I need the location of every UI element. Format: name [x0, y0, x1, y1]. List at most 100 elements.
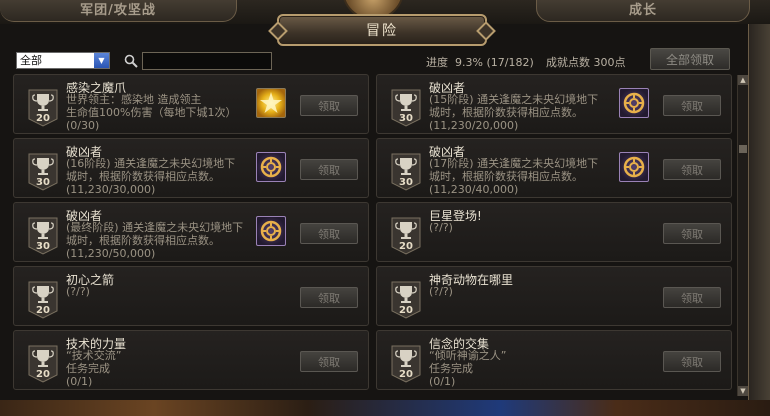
trophy-icon: 30	[28, 153, 58, 191]
achievement-description-line: (11,230/40,000)	[429, 183, 519, 196]
achievement-description-line: “技术交流”	[66, 349, 122, 362]
claim-button[interactable]: 领取	[663, 287, 721, 308]
trophy-icon: 20	[391, 281, 421, 319]
achievement-description-line: (11,230/30,000)	[66, 183, 156, 196]
claim-button[interactable]: 领取	[663, 95, 721, 116]
scrollbar[interactable]: ▲ ▼	[737, 75, 748, 396]
reward-medal-icon[interactable]	[256, 216, 286, 246]
achievement-description-line: 任务完成	[429, 362, 473, 375]
achievement-description-line: (11,230/50,000)	[66, 247, 156, 260]
achievement-description-line: (?/?)	[429, 285, 453, 298]
trophy-icon: 20	[28, 281, 58, 319]
achievement-description-line: “倾听神谕之人”	[429, 349, 507, 362]
reward-medal-icon[interactable]	[256, 152, 286, 182]
claim-button[interactable]: 领取	[663, 159, 721, 180]
achievement-description-line: (16阶段) 通关逢魔之未央幻境地下	[66, 157, 236, 170]
points-value: 300点	[593, 56, 626, 69]
achievement-description: “倾听神谕之人” 任务完成 (0/1)	[429, 349, 625, 388]
claim-button[interactable]: 领取	[300, 287, 358, 308]
achievement-description-line: (0/1)	[429, 375, 456, 388]
achievement-description: (?/?)	[66, 285, 262, 298]
achievement-points-badge: 30	[399, 113, 413, 124]
claim-all-button[interactable]: 全部领取	[650, 48, 730, 70]
scroll-thumb[interactable]	[739, 145, 747, 153]
achievement-description-line: (0/30)	[66, 119, 100, 132]
tab-adventure[interactable]: 冒险	[277, 14, 487, 46]
achievement-points-badge: 20	[36, 369, 50, 380]
achievement-description: (16阶段) 通关逢魔之未央幻境地下 城时，根据阶数获得相应点数。 (11,230/…	[66, 157, 262, 196]
achievement-points-badge: 30	[36, 241, 50, 252]
achievement-description-line: 任务完成	[66, 362, 110, 375]
achievement-points-badge: 20	[36, 113, 50, 124]
achievement-description: (17阶段) 通关逢魔之未央幻境地下 城时，根据阶数获得相应点数。 (11,230/…	[429, 157, 625, 196]
achievement-points-badge: 30	[36, 177, 50, 188]
achievement-description-line: 城时，根据阶数获得相应点数。	[66, 234, 220, 247]
achievement-description: (15阶段) 通关逢魔之未央幻境地下 城时，根据阶数获得相应点数。 (11,230/…	[429, 93, 625, 132]
achievement-points-badge: 20	[399, 305, 413, 316]
search-icon	[124, 54, 138, 68]
claim-button[interactable]: 领取	[300, 95, 358, 116]
claim-button[interactable]: 领取	[300, 351, 358, 372]
reward-medal-icon[interactable]	[619, 88, 649, 118]
trophy-icon: 30	[391, 89, 421, 127]
achievement-description-line: (?/?)	[66, 285, 90, 298]
achievement-card: 30 破凶者 (17阶段) 通关逢魔之未央幻境地下 城时，根据阶数获得相应点数。 (11…	[376, 138, 732, 198]
achievement-card: 30 破凶者 (15阶段) 通关逢魔之未央幻境地下 城时，根据阶数获得相应点数。 (11…	[376, 74, 732, 134]
achievement-points-badge: 30	[399, 177, 413, 188]
achievement-card: 30 破凶者 (最终阶段) 通关逢魔之未央幻境地下 城时，根据阶数获得相应点数。 (11…	[13, 202, 369, 262]
claim-button[interactable]: 领取	[663, 351, 721, 372]
achievement-card: 30 破凶者 (16阶段) 通关逢魔之未央幻境地下 城时，根据阶数获得相应点数。 (11…	[13, 138, 369, 198]
category-dropdown-value: 全部	[20, 54, 42, 67]
trophy-icon: 20	[28, 345, 58, 383]
trophy-icon: 20	[28, 89, 58, 127]
achievement-description: (?/?)	[429, 285, 625, 298]
achievement-card: 20 巨星登场! (?/?) 领取	[376, 202, 732, 262]
trophy-icon: 30	[28, 217, 58, 255]
progress-readout: 进度 9.3% (17/182)	[426, 54, 534, 70]
scroll-up-arrow-icon[interactable]: ▲	[738, 75, 748, 85]
achievement-card: 20 感染之魔爪 世界领主：感染地 造成领主 生命值100%伤害（每地下城1次） (0/…	[13, 74, 369, 134]
points-label: 成就点数	[546, 56, 590, 69]
achievement-card: 20 神奇动物在哪里 (?/?) 领取	[376, 266, 732, 326]
category-dropdown[interactable]: 全部 ▼	[16, 52, 110, 69]
scroll-down-arrow-icon[interactable]: ▼	[738, 386, 748, 396]
trophy-icon: 20	[391, 217, 421, 255]
achievement-description-line: (0/1)	[66, 375, 93, 388]
chevron-down-icon[interactable]: ▼	[94, 53, 109, 68]
claim-button[interactable]: 领取	[663, 223, 721, 244]
achievement-description: 世界领主：感染地 造成领主 生命值100%伤害（每地下城1次） (0/30)	[66, 93, 262, 132]
achievement-card: 20 技术的力量 “技术交流” 任务完成 (0/1) 领取	[13, 330, 369, 390]
search-input[interactable]	[142, 52, 272, 70]
achievement-description: “技术交流” 任务完成 (0/1)	[66, 349, 262, 388]
claim-button[interactable]: 领取	[300, 159, 358, 180]
achievement-card: 20 初心之箭 (?/?) 领取	[13, 266, 369, 326]
achievement-description-line: (17阶段) 通关逢魔之未央幻境地下	[429, 157, 599, 170]
trophy-icon: 20	[391, 345, 421, 383]
achievement-description-line: 城时，根据阶数获得相应点数。	[429, 106, 583, 119]
progress-count: (17/182)	[486, 56, 534, 69]
achievement-card: 20 信念的交集 “倾听神谕之人” 任务完成 (0/1) 领取	[376, 330, 732, 390]
tab-legion-siege[interactable]: 军团/攻坚战	[0, 0, 237, 22]
achievement-description: (最终阶段) 通关逢魔之未央幻境地下 城时，根据阶数获得相应点数。 (11,230/…	[66, 221, 262, 260]
achievement-description-line: (15阶段) 通关逢魔之未央幻境地下	[429, 93, 599, 106]
achievement-description-line: 城时，根据阶数获得相应点数。	[429, 170, 583, 183]
trophy-icon: 30	[391, 153, 421, 191]
bottom-hud-strip	[0, 400, 770, 416]
achievement-description: (?/?)	[429, 221, 625, 234]
achievement-description-line: (最终阶段) 通关逢魔之未央幻境地下	[66, 221, 244, 234]
achievement-points-badge: 20	[36, 305, 50, 316]
achievement-points-badge: 20	[399, 369, 413, 380]
claim-button[interactable]: 领取	[300, 223, 358, 244]
window-frame-right	[748, 24, 770, 400]
achievement-points-badge: 20	[399, 241, 413, 252]
reward-star-icon[interactable]	[256, 88, 286, 118]
progress-percent: 9.3%	[455, 56, 483, 69]
reward-medal-icon[interactable]	[619, 152, 649, 182]
achievement-description-line: 城时，根据阶数获得相应点数。	[66, 170, 220, 183]
tab-growth[interactable]: 成长	[536, 0, 750, 22]
achievement-description-line: (11,230/20,000)	[429, 119, 519, 132]
achievement-description-line: 生命值100%伤害（每地下城1次）	[66, 106, 237, 119]
achievement-description-line: 世界领主：感染地 造成领主	[66, 93, 202, 106]
achievement-list[interactable]: 20 感染之魔爪 世界领主：感染地 造成领主 生命值100%伤害（每地下城1次） (0/…	[13, 73, 736, 396]
achievement-description-line: (?/?)	[429, 221, 453, 234]
